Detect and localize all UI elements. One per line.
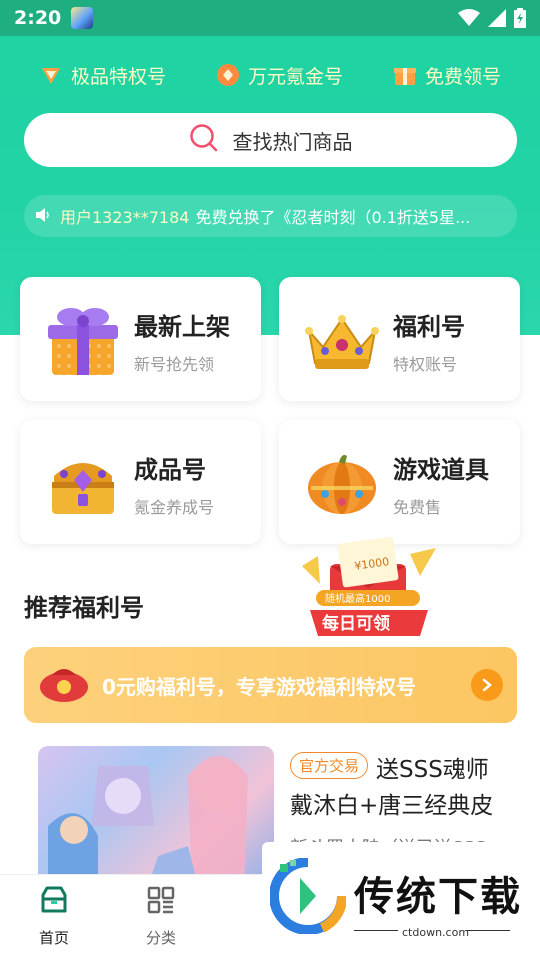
crown-icon <box>303 301 381 379</box>
watermark-url: ctdown.com <box>402 926 470 939</box>
signal-icon <box>488 9 506 27</box>
speaker-icon <box>36 207 52 226</box>
watermark-logo-icon <box>269 857 347 938</box>
chevron-right-icon[interactable] <box>471 669 503 701</box>
coin-diamond-icon <box>216 63 240 87</box>
product-title-line2: 戴沐白+唐三经典皮 <box>290 793 494 819</box>
nav-home[interactable]: 首页 <box>24 885 84 948</box>
notice-ticker: 用户1323**7184 免费兑换了《忍者时刻（0.1折送5星... <box>24 195 517 237</box>
battery-icon <box>514 8 526 28</box>
promo-banner[interactable]: 0元购福利号，专享游戏福利特权号 <box>24 647 517 723</box>
category-card-welfare[interactable]: 福利号 特权账号 <box>279 277 520 401</box>
product-tag: 官方交易 <box>290 752 369 779</box>
card-subtitle: 氪金养成号 <box>134 498 215 517</box>
search-placeholder: 查找热门商品 <box>232 129 353 154</box>
notice-user: 用户1323**7184 <box>60 208 190 227</box>
card-subtitle: 免费售 <box>393 498 442 517</box>
privilege-free[interactable]: 免费领号 <box>393 62 501 89</box>
privilege-premium[interactable]: 极品特权号 <box>39 62 166 89</box>
gift-box-icon <box>44 301 122 379</box>
card-title: 福利号 <box>393 313 465 341</box>
gift-box-icon <box>393 63 417 87</box>
privilege-label: 极品特权号 <box>70 65 166 88</box>
red-envelope-icon <box>38 663 90 707</box>
search-icon <box>189 123 219 157</box>
product-image <box>38 746 274 886</box>
watermark-divider <box>354 930 398 931</box>
privilege-label: 万元氪金号 <box>247 65 343 88</box>
card-subtitle: 新号抢先领 <box>134 355 215 374</box>
category-card-finished[interactable]: 成品号 氪金养成号 <box>20 420 261 544</box>
store-icon <box>39 885 69 919</box>
watermark-divider <box>466 930 510 931</box>
watermark-text: 传统下载 <box>354 874 522 920</box>
search-bar[interactable]: 查找热门商品 <box>24 113 517 167</box>
category-card-new[interactable]: 最新上架 新号抢先领 <box>20 277 261 401</box>
daily-reward-button[interactable]: ¥1000 随机最高1000 每日可领 <box>294 526 444 640</box>
pumpkin-icon <box>303 444 381 522</box>
nav-label: 分类 <box>145 929 176 947</box>
nav-label: 首页 <box>38 929 69 947</box>
card-title: 游戏道具 <box>393 456 489 484</box>
privilege-paid[interactable]: 万元氪金号 <box>216 62 343 89</box>
notice-text: 免费兑换了《忍者时刻（0.1折送5星... <box>195 208 471 227</box>
status-time: 2:20 <box>14 7 62 29</box>
app-notification-icon <box>71 7 94 29</box>
diamond-heart-icon <box>39 63 63 87</box>
card-title: 最新上架 <box>134 313 230 341</box>
privilege-row: 极品特权号 万元氪金号 免费领号 <box>0 58 540 92</box>
wifi-icon <box>458 9 480 27</box>
status-bar: 2:20 <box>0 0 540 36</box>
card-title: 成品号 <box>134 456 206 484</box>
promo-ribbon-text: 随机最高1000 <box>325 592 390 605</box>
card-subtitle: 特权账号 <box>393 355 458 374</box>
product-title: 送SSS魂师 <box>376 757 489 783</box>
privilege-label: 免费领号 <box>424 65 501 88</box>
grid-icon <box>146 885 176 919</box>
watermark: 传统下载 ctdown.com <box>262 842 540 960</box>
treasure-chest-icon <box>44 444 122 522</box>
section-title: 推荐福利号 <box>24 594 144 622</box>
banner-text: 0元购福利号，专享游戏福利特权号 <box>102 674 416 699</box>
promo-label: 每日可领 <box>322 613 390 634</box>
nav-category[interactable]: 分类 <box>131 885 191 948</box>
